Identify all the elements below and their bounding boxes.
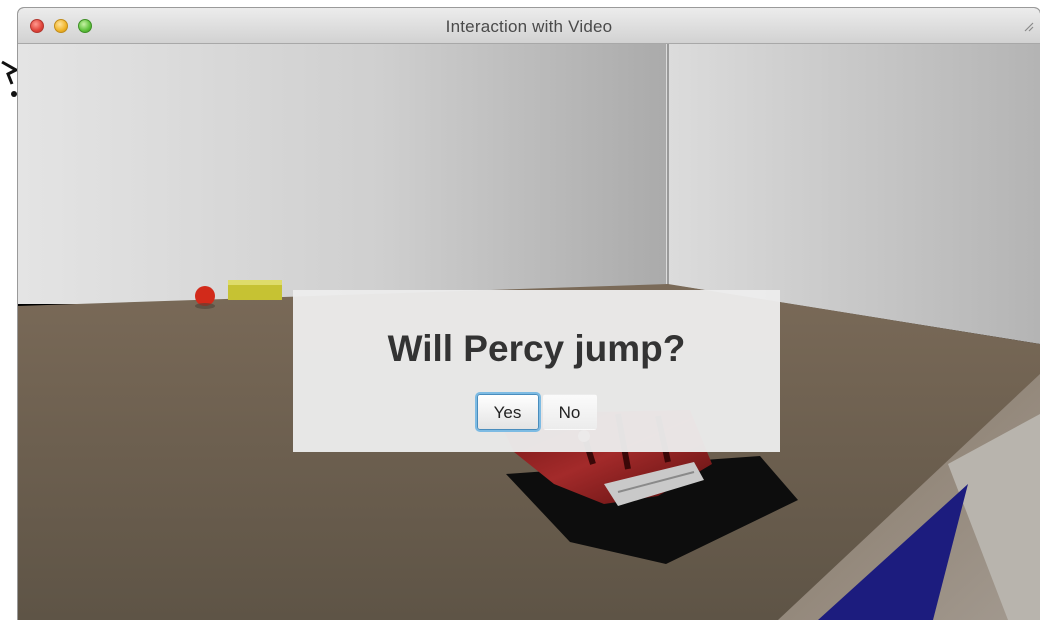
cursor-fragment-icon xyxy=(1,60,18,97)
yes-button[interactable]: Yes xyxy=(476,394,539,430)
answer-buttons: Yes No xyxy=(293,394,780,430)
app-window: Interaction with Video Will Percy jump? … xyxy=(18,8,1040,620)
question-text: Will Percy jump? xyxy=(387,328,686,369)
resize-icon[interactable] xyxy=(1024,22,1034,32)
no-button[interactable]: No xyxy=(542,394,597,430)
question-dialog: Will Percy jump? Yes No xyxy=(293,290,780,452)
window-title: Interaction with Video xyxy=(445,17,613,36)
title-bar[interactable]: Interaction with Video xyxy=(18,8,1040,44)
screen: Interaction with Video Will Percy jump? … xyxy=(0,0,1040,620)
video-scene[interactable]: Will Percy jump? Yes No xyxy=(18,44,1040,620)
